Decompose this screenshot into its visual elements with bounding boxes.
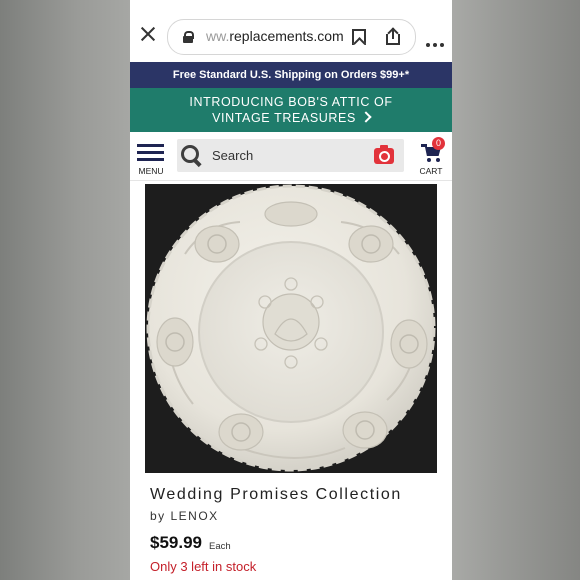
chevron-right-icon (360, 111, 372, 123)
search-placeholder: Search (212, 148, 254, 163)
url-text[interactable]: ww.replacements.com (206, 28, 344, 44)
browser-toolbar: ww.replacements.com (130, 0, 452, 62)
phone-screen: ww.replacements.com Free Standard U.S. S… (130, 0, 452, 580)
share-icon[interactable] (386, 27, 400, 46)
menu-label: MENU (138, 166, 164, 176)
stock-status: Only 3 left in stock (150, 559, 257, 574)
plate-illustration (146, 184, 436, 472)
product-price: $59.99 (150, 533, 202, 552)
promo-line-1: INTRODUCING BOB'S ATTIC OF (189, 95, 393, 109)
shipping-banner[interactable]: Free Standard U.S. Shipping on Orders $9… (130, 62, 452, 88)
promo-line-2: VINTAGE TREASURES (130, 111, 452, 125)
promo-banner[interactable]: INTRODUCING BOB'S ATTIC OF VINTAGE TREAS… (130, 88, 452, 132)
lock-icon (183, 31, 194, 43)
background-left (0, 0, 130, 580)
site-header: MENU Search 0 CART (130, 132, 452, 181)
menu-button[interactable]: MENU (136, 142, 166, 176)
bookmark-icon[interactable] (352, 29, 366, 45)
shipping-text: Free Standard U.S. Shipping on Orders $9… (172, 69, 410, 81)
search-icon[interactable] (181, 145, 202, 168)
product-image[interactable] (145, 184, 437, 473)
product-title: Wedding Promises Collection (150, 486, 402, 503)
price-unit: Each (209, 541, 231, 552)
camera-icon[interactable] (374, 145, 394, 164)
close-icon[interactable] (140, 26, 156, 42)
cart-button[interactable]: 0 CART (417, 136, 449, 178)
cart-label: CART (419, 166, 443, 176)
background-right (450, 0, 580, 580)
cart-count-badge: 0 (432, 137, 445, 150)
search-input[interactable]: Search (177, 139, 404, 172)
more-icon[interactable] (426, 34, 447, 52)
product-brand[interactable]: by LENOX (150, 509, 219, 523)
address-bar[interactable]: ww.replacements.com (167, 19, 416, 55)
